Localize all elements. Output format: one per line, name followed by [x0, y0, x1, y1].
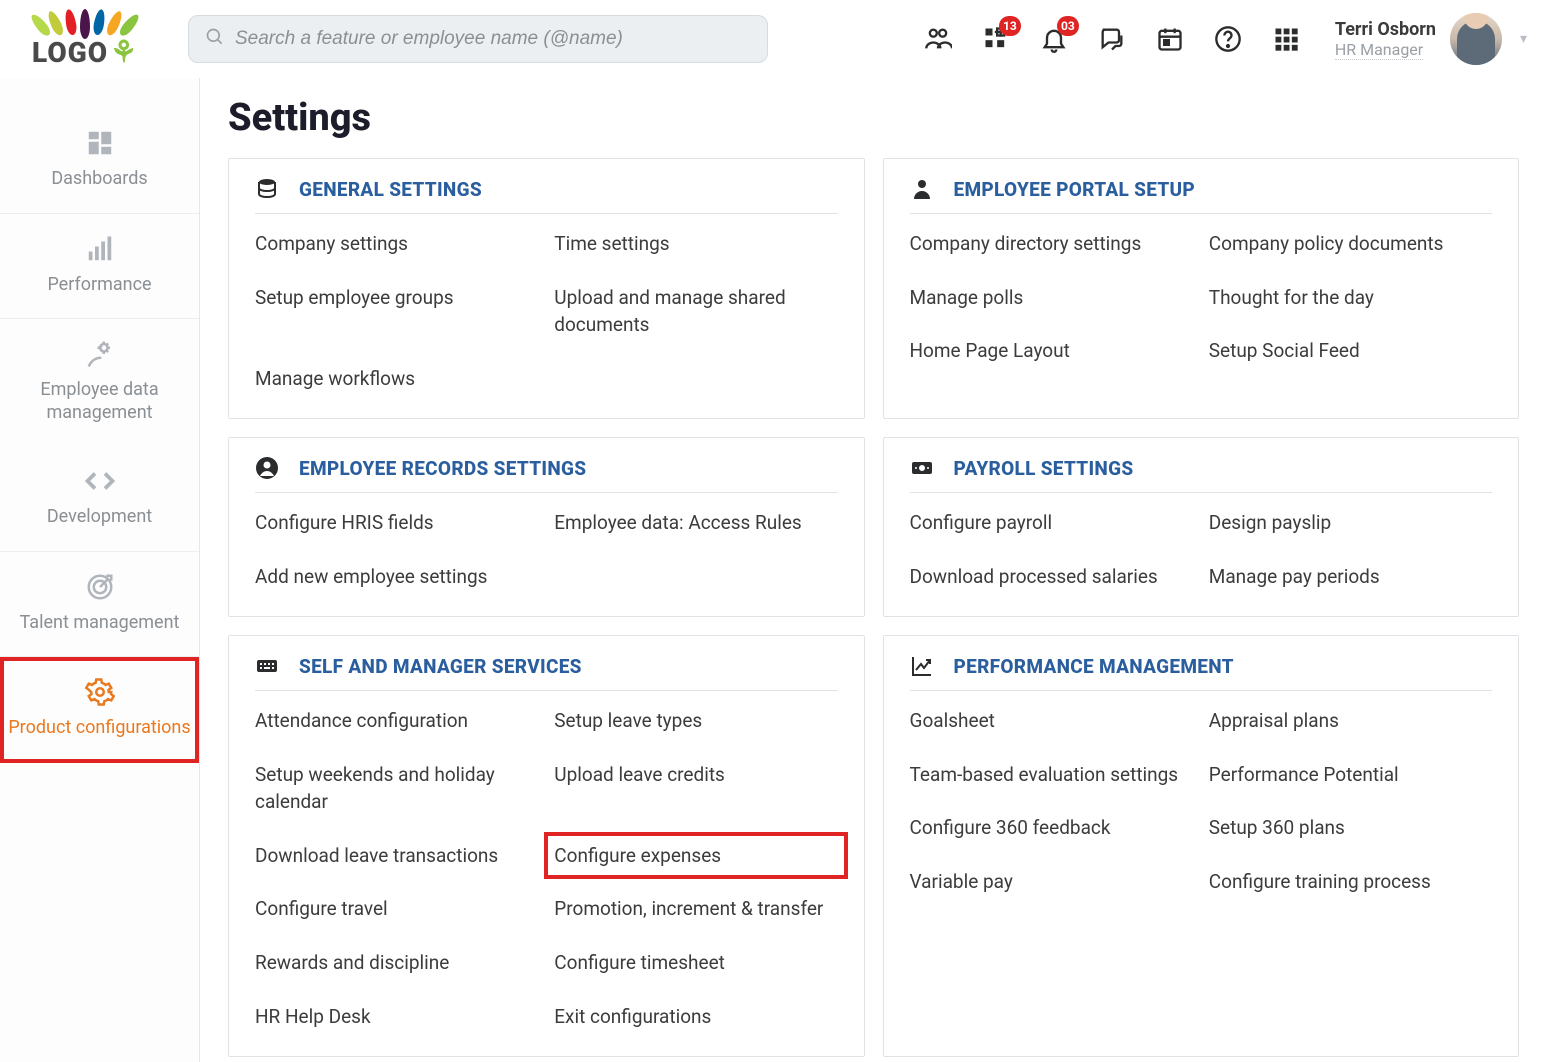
- link-company-policy[interactable]: Company policy documents: [1209, 230, 1492, 258]
- link-weekends-holidays[interactable]: Setup weekends and holiday calendar: [255, 761, 538, 816]
- link-appraisal-plans[interactable]: Appraisal plans: [1209, 707, 1492, 735]
- link-configure-360[interactable]: Configure 360 feedback: [910, 814, 1193, 842]
- grid-icon[interactable]: [1271, 24, 1301, 54]
- link-exit-configurations[interactable]: Exit configurations: [554, 1003, 837, 1031]
- link-configure-expenses[interactable]: Configure expenses: [554, 842, 837, 870]
- keyboard-icon: [255, 654, 279, 678]
- search-icon: [205, 27, 225, 51]
- link-thought-for-day[interactable]: Thought for the day: [1209, 284, 1492, 312]
- sidebar-item-label: Talent management: [20, 612, 180, 635]
- logo[interactable]: LOGO⚘: [10, 9, 160, 70]
- link-download-leave-transactions[interactable]: Download leave transactions: [255, 842, 538, 870]
- link-setup-employee-groups[interactable]: Setup employee groups: [255, 284, 538, 339]
- link-hr-help-desk[interactable]: HR Help Desk: [255, 1003, 538, 1031]
- person-icon: [910, 177, 934, 201]
- account-icon: [255, 456, 279, 480]
- user-block[interactable]: Terri Osborn HR Manager ▾: [1335, 13, 1527, 65]
- bell-icon[interactable]: 03: [1039, 24, 1069, 54]
- hand-gear-icon: [83, 337, 117, 371]
- link-manage-polls[interactable]: Manage polls: [910, 284, 1193, 312]
- link-setup-360-plans[interactable]: Setup 360 plans: [1209, 814, 1492, 842]
- sidebar-item-label: Product configurations: [8, 717, 190, 740]
- link-variable-pay[interactable]: Variable pay: [910, 868, 1193, 896]
- sidebar-item-product-config[interactable]: Product configurations: [0, 657, 199, 763]
- card-title: GENERAL SETTINGS: [299, 178, 482, 201]
- header: LOGO⚘ 13 03: [0, 0, 1547, 78]
- sidebar-item-label: Employee data management: [8, 379, 191, 424]
- dashboard-icon: [83, 126, 117, 160]
- header-icons: 13 03: [923, 24, 1301, 54]
- people-icon[interactable]: [923, 24, 953, 54]
- link-manage-pay-periods[interactable]: Manage pay periods: [1209, 563, 1492, 591]
- chat-icon[interactable]: [1097, 24, 1127, 54]
- cash-icon: [910, 456, 934, 480]
- calendar-icon[interactable]: [1155, 24, 1185, 54]
- card-title: PERFORMANCE MANAGEMENT: [954, 655, 1234, 678]
- link-attendance-config[interactable]: Attendance configuration: [255, 707, 538, 735]
- card-title: EMPLOYEE PORTAL SETUP: [954, 178, 1196, 201]
- chevron-down-icon[interactable]: ▾: [1520, 31, 1527, 47]
- sidebar-item-performance[interactable]: Performance: [0, 214, 199, 320]
- help-icon[interactable]: [1213, 24, 1243, 54]
- database-icon: [255, 177, 279, 201]
- link-emp-access-rules[interactable]: Employee data: Access Rules: [554, 509, 837, 537]
- link-promotion-increment[interactable]: Promotion, increment & transfer: [554, 895, 837, 923]
- link-manage-workflows[interactable]: Manage workflows: [255, 365, 538, 393]
- card-title: PAYROLL SETTINGS: [954, 457, 1134, 480]
- avatar[interactable]: [1450, 13, 1502, 65]
- apps-icon[interactable]: 13: [981, 24, 1011, 54]
- sidebar-item-label: Development: [47, 506, 152, 529]
- link-setup-leave-types[interactable]: Setup leave types: [554, 707, 837, 735]
- link-configure-payroll[interactable]: Configure payroll: [910, 509, 1193, 537]
- page-title: Settings: [228, 96, 1519, 140]
- link-goalsheet[interactable]: Goalsheet: [910, 707, 1193, 735]
- search-box[interactable]: [188, 15, 768, 63]
- card-employee-records: EMPLOYEE RECORDS SETTINGS Configure HRIS…: [228, 437, 865, 617]
- sidebar-item-label: Performance: [47, 274, 151, 297]
- link-design-payslip[interactable]: Design payslip: [1209, 509, 1492, 537]
- card-self-manager: SELF AND MANAGER SERVICES Attendance con…: [228, 635, 865, 1057]
- link-company-settings[interactable]: Company settings: [255, 230, 538, 258]
- link-home-page-layout[interactable]: Home Page Layout: [910, 337, 1193, 365]
- link-time-settings[interactable]: Time settings: [554, 230, 837, 258]
- user-name: Terri Osborn: [1335, 19, 1436, 40]
- logo-mark: LOGO⚘: [32, 9, 138, 70]
- sidebar-item-dashboards[interactable]: Dashboards: [0, 108, 199, 214]
- card-title: EMPLOYEE RECORDS SETTINGS: [299, 457, 586, 480]
- card-performance-management: PERFORMANCE MANAGEMENT Goalsheet Apprais…: [883, 635, 1520, 1057]
- search-input[interactable]: [235, 28, 751, 50]
- target-icon: [83, 570, 117, 604]
- bell-badge: 03: [1057, 16, 1079, 36]
- bars-icon: [83, 232, 117, 266]
- link-configure-training[interactable]: Configure training process: [1209, 868, 1492, 896]
- sidebar-item-label: Dashboards: [51, 168, 147, 191]
- link-team-evaluation[interactable]: Team-based evaluation settings: [910, 761, 1193, 789]
- link-configure-timesheet[interactable]: Configure timesheet: [554, 949, 837, 977]
- sidebar-item-employee-data[interactable]: Employee data management: [0, 319, 199, 446]
- link-upload-leave-credits[interactable]: Upload leave credits: [554, 761, 837, 816]
- card-general-settings: GENERAL SETTINGS Company settings Time s…: [228, 158, 865, 419]
- link-upload-shared-docs[interactable]: Upload and manage shared documents: [554, 284, 837, 339]
- card-title: SELF AND MANAGER SERVICES: [299, 655, 582, 678]
- link-download-salaries[interactable]: Download processed salaries: [910, 563, 1193, 591]
- gear-icon: [83, 675, 117, 709]
- link-company-directory[interactable]: Company directory settings: [910, 230, 1193, 258]
- sidebar-item-development[interactable]: Development: [0, 446, 199, 552]
- link-configure-hris[interactable]: Configure HRIS fields: [255, 509, 538, 537]
- card-payroll: PAYROLL SETTINGS Configure payroll Desig…: [883, 437, 1520, 617]
- user-role: HR Manager: [1335, 40, 1423, 60]
- link-social-feed[interactable]: Setup Social Feed: [1209, 337, 1492, 365]
- main-content: Settings GENERAL SETTINGS Company settin…: [200, 78, 1547, 1062]
- code-icon: [83, 464, 117, 498]
- sidebar-item-talent[interactable]: Talent management: [0, 552, 199, 658]
- link-add-employee-settings[interactable]: Add new employee settings: [255, 563, 538, 591]
- sidebar: Dashboards Performance Employee data man…: [0, 78, 200, 1062]
- link-configure-travel[interactable]: Configure travel: [255, 895, 538, 923]
- link-performance-potential[interactable]: Performance Potential: [1209, 761, 1492, 789]
- link-rewards-discipline[interactable]: Rewards and discipline: [255, 949, 538, 977]
- apps-badge: 13: [999, 16, 1021, 36]
- chart-icon: [910, 654, 934, 678]
- card-employee-portal: EMPLOYEE PORTAL SETUP Company directory …: [883, 158, 1520, 419]
